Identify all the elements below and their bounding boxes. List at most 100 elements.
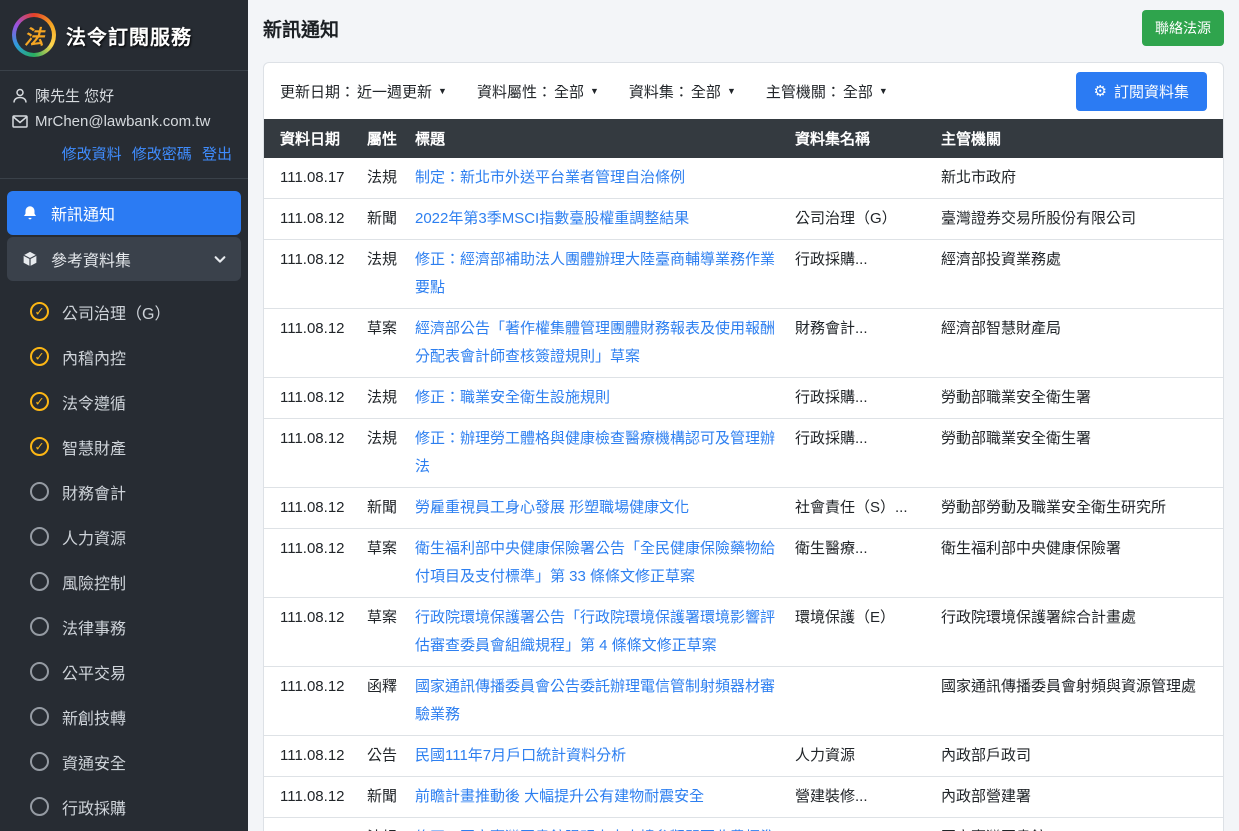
sidebar-topics: ✓ 公司治理（G） ✓ 內稽內控 ✓ 法令遵循 ✓ 智慧財產 財務會計 人力資源 <box>0 283 248 829</box>
row-title-link[interactable]: 修正：職業安全衛生設施規則 <box>415 389 610 406</box>
row-dataset: 社會責任（S）... <box>787 488 933 529</box>
empty-circle-icon <box>30 797 49 816</box>
sidebar-topic-label: 法律事務 <box>62 615 126 639</box>
filter-label: 資料集： <box>629 81 689 102</box>
sidebar-topic[interactable]: 行政採購 <box>0 784 248 829</box>
row-dataset <box>787 158 933 199</box>
row-dataset <box>787 667 933 736</box>
user-email: MrChen@lawbank.com.tw <box>35 113 210 130</box>
filters-host: 更新日期： 近一週更新 ▼ 資料屬性： 全部 ▼ 資料集： 全部 ▼ 主管機關：… <box>280 81 918 102</box>
empty-circle-icon <box>30 707 49 726</box>
gear-icon: ⚙ <box>1094 84 1107 99</box>
sidebar-topic-label: 法令遵循 <box>62 390 126 414</box>
sidebar-topic[interactable]: 人力資源 <box>0 514 248 559</box>
sidebar-topic[interactable]: ✓ 智慧財產 <box>0 424 248 469</box>
edit-profile-link[interactable]: 修改資料 <box>62 146 122 163</box>
row-dataset: 人力資源 <box>787 736 933 777</box>
row-dataset: 行政採購... <box>787 378 933 419</box>
row-title-link[interactable]: 經濟部公告「著作權集體管理團體財務報表及使用報酬分配表會計師查核簽證規則」草案 <box>415 320 775 365</box>
row-title-link[interactable]: 勞雇重視員工身心發展 形塑職場健康文化 <box>415 499 689 516</box>
sidebar-topic[interactable]: ✓ 法令遵循 <box>0 379 248 424</box>
filter-dropdown[interactable]: 更新日期： 近一週更新 ▼ <box>280 81 447 102</box>
sidebar-topic[interactable]: 資通安全 <box>0 739 248 784</box>
checked-circle-icon: ✓ <box>30 437 49 456</box>
filter-value: 全部 <box>843 81 873 102</box>
sidebar-topic[interactable]: 法律事務 <box>0 604 248 649</box>
row-title-link[interactable]: 衛生福利部中央健康保險署公告「全民健康保險藥物給付項目及支付標準」第 33 條條… <box>415 540 775 585</box>
sidebar-topic[interactable]: ✓ 內稽內控 <box>0 334 248 379</box>
table-body: 111.08.17 法規 制定：新北市外送平台業者管理自治條例 新北市政府 11… <box>264 158 1223 831</box>
package-icon <box>21 250 39 268</box>
person-icon <box>12 88 28 104</box>
sidebar-topic[interactable]: 風險控制 <box>0 559 248 604</box>
page-title: 新訊通知 <box>263 15 339 42</box>
row-type: 法規 <box>359 240 407 309</box>
filter-dropdown[interactable]: 資料集： 全部 ▼ <box>629 81 736 102</box>
row-dataset: 環境保護（E） <box>787 598 933 667</box>
row-title-link[interactable]: 修正：辦理勞工體格與健康檢查醫療機構認可及管理辦法 <box>415 430 775 475</box>
filter-label: 更新日期： <box>280 81 355 102</box>
row-agency: 衛生福利部中央健康保險署 <box>933 529 1223 598</box>
col-title: 標題 <box>407 119 787 158</box>
row-agency: 國家通訊傳播委員會射頻與資源管理處 <box>933 667 1223 736</box>
checked-circle-icon: ✓ <box>30 302 49 321</box>
empty-circle-icon <box>30 572 49 591</box>
row-agency: 新北市政府 <box>933 158 1223 199</box>
sidebar-topic-label: 人力資源 <box>62 525 126 549</box>
brand: 法 法令訂閱服務 <box>0 0 248 71</box>
filter-dropdown[interactable]: 主管機關： 全部 ▼ <box>766 81 888 102</box>
sidebar-topic[interactable]: ✓ 公司治理（G） <box>0 289 248 334</box>
sidebar-nav: 新訊通知 參考資料集 ✓ 公司治理（G） ✓ 內稽內控 <box>0 179 248 829</box>
row-title-link[interactable]: 修正：經濟部補助法人團體辦理大陸臺商輔導業務作業要點 <box>415 251 775 296</box>
row-title-link[interactable]: 行政院環境保護署公告「行政院環境保護署環境影響評估審查委員會組織規程」第 4 條… <box>415 609 775 654</box>
row-title-link[interactable]: 民國111年7月戶口統計資料分析 <box>415 747 626 764</box>
sidebar-item-news[interactable]: 新訊通知 <box>7 191 241 235</box>
row-date: 111.08.12 <box>264 598 359 667</box>
table-row: 111.08.12 法規 修正：國立臺灣圖書館陽明山中山樓參觀門票收費標準 國立… <box>264 818 1223 831</box>
row-title-link[interactable]: 制定：新北市外送平台業者管理自治條例 <box>415 169 685 186</box>
filter-label: 資料屬性： <box>477 81 552 102</box>
row-date: 111.08.12 <box>264 818 359 831</box>
empty-circle-icon <box>30 662 49 681</box>
row-date: 111.08.12 <box>264 419 359 488</box>
row-type: 法規 <box>359 158 407 199</box>
change-password-link[interactable]: 修改密碼 <box>132 146 192 163</box>
caret-down-icon: ▼ <box>879 86 888 96</box>
row-dataset: 行政採購... <box>787 240 933 309</box>
main-content: 新訊通知 聯絡法源 更新日期： 近一週更新 ▼ 資料屬性： 全部 ▼ 資料集： … <box>248 0 1239 831</box>
sidebar-topic-label: 新創技轉 <box>62 705 126 729</box>
logout-link[interactable]: 登出 <box>202 146 232 163</box>
row-type: 法規 <box>359 378 407 419</box>
filter-dropdown[interactable]: 資料屬性： 全部 ▼ <box>477 81 599 102</box>
sidebar-topic-label: 內稽內控 <box>62 345 126 369</box>
app-logo-inner: 法 <box>16 17 52 53</box>
row-dataset <box>787 818 933 831</box>
sidebar-item-news-label: 新訊通知 <box>51 201 115 225</box>
empty-circle-icon <box>30 752 49 771</box>
contact-lawbank-button[interactable]: 聯絡法源 <box>1142 10 1224 46</box>
sidebar-topic[interactable]: 公平交易 <box>0 649 248 694</box>
row-title-link[interactable]: 國家通訊傳播委員會公告委託辦理電信管制射頻器材審驗業務 <box>415 678 775 723</box>
sidebar-topic[interactable]: 財務會計 <box>0 469 248 514</box>
row-type: 法規 <box>359 419 407 488</box>
filter-value: 近一週更新 <box>357 81 432 102</box>
table-row: 111.08.17 法規 制定：新北市外送平台業者管理自治條例 新北市政府 <box>264 158 1223 199</box>
logo-glyph: 法 <box>24 21 44 50</box>
row-type: 新聞 <box>359 777 407 818</box>
subscribe-datasets-button[interactable]: ⚙ 訂閱資料集 <box>1076 72 1207 111</box>
row-agency: 行政院環境保護署綜合計畫處 <box>933 598 1223 667</box>
row-date: 111.08.12 <box>264 378 359 419</box>
row-title-link[interactable]: 前瞻計畫推動後 大幅提升公有建物耐震安全 <box>415 788 704 805</box>
table-row: 111.08.12 法規 修正：職業安全衛生設施規則 行政採購... 勞動部職業… <box>264 378 1223 419</box>
check-glyph: ✓ <box>34 350 44 362</box>
row-dataset: 財務會計... <box>787 309 933 378</box>
sidebar-topic-label: 財務會計 <box>62 480 126 504</box>
row-title-link[interactable]: 2022年第3季MSCI指數臺股權重調整結果 <box>415 210 689 227</box>
checked-circle-icon: ✓ <box>30 347 49 366</box>
sidebar-item-reference-datasets[interactable]: 參考資料集 <box>7 237 241 281</box>
sidebar-topic[interactable]: 新創技轉 <box>0 694 248 739</box>
row-agency: 內政部戶政司 <box>933 736 1223 777</box>
caret-down-icon: ▼ <box>727 86 736 96</box>
empty-circle-icon <box>30 617 49 636</box>
row-agency: 勞動部職業安全衛生署 <box>933 378 1223 419</box>
